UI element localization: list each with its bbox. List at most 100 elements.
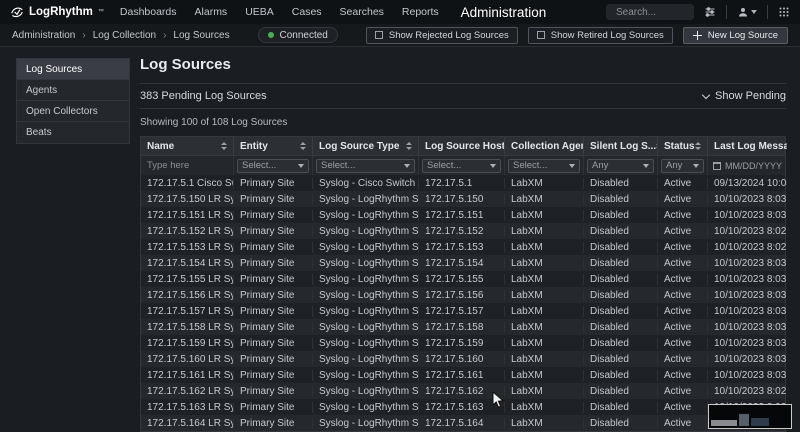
table-row[interactable]: 172.17.5.157 LR Sysl... Primary Site Sys… [141, 303, 785, 319]
cell-name: 172.17.5.159 LR Sysl... [141, 338, 234, 349]
caret-down-icon [693, 164, 699, 168]
column-header-collection-agent[interactable]: Collection Agent [505, 137, 584, 155]
table-row[interactable]: 172.17.5.152 LR Sysl... Primary Site Sys… [141, 223, 785, 239]
column-header-last-log-message[interactable]: Last Log Message [708, 137, 787, 155]
connected-dot-icon [268, 32, 274, 38]
cell-status: Active [658, 306, 708, 317]
table-row[interactable]: 172.17.5.153 LR Sysl... Primary Site Sys… [141, 239, 785, 255]
cell-name: 172.17.5.151 LR Sysl... [141, 210, 234, 221]
table-row[interactable]: 172.17.5.158 LR Sysl... Primary Site Sys… [141, 319, 785, 335]
nav-item-reports[interactable]: Reports [402, 6, 439, 18]
column-header-label: Name [147, 141, 174, 152]
entity-filter-select[interactable]: Select... [237, 159, 309, 173]
column-header-log-source-type[interactable]: Log Source Type [313, 137, 419, 155]
cell-status: Active [658, 322, 708, 333]
cell-entity: Primary Site [234, 354, 313, 365]
status-filter-select[interactable]: Any [661, 159, 704, 173]
search-input[interactable] [614, 6, 686, 19]
collection-agent-filter-select[interactable]: Select... [508, 159, 580, 173]
silent-log-source-filter-select[interactable]: Any [587, 159, 654, 173]
sidebar-item-beats[interactable]: Beats [17, 122, 129, 143]
table-row[interactable]: 172.17.5.150 LR Sysl... Primary Site Sys… [141, 191, 785, 207]
cell-log-source-host: 172.17.5.154 [419, 258, 505, 269]
new-log-source-button[interactable]: New Log Source [683, 27, 788, 44]
cell-entity: Primary Site [234, 306, 313, 317]
sub-header: Administration › Log Collection › Log So… [0, 24, 800, 47]
column-header-status[interactable]: Status [658, 137, 708, 155]
page-title: Log Sources [140, 56, 786, 73]
breadcrumb-log-collection[interactable]: Log Collection [93, 30, 156, 41]
column-header-log-source-host[interactable]: Log Source Host [419, 137, 505, 155]
cell-last-log-message: 10/10/2023 8:03 am [708, 322, 787, 333]
logrhythm-logo[interactable]: LogRhythm ™ [10, 5, 104, 19]
cell-log-source-type: Syslog - LogRhythm Syslog Ge... [313, 290, 419, 301]
show-pending-label: Show Pending [715, 90, 786, 102]
cell-log-source-host: 172.17.5.164 [419, 418, 505, 429]
main-menu: Dashboards Alarms UEBA Cases Searches Re… [120, 6, 439, 18]
cell-log-source-type: Syslog - LogRhythm Syslog Ge... [313, 258, 419, 269]
cell-log-source-host: 172.17.5.158 [419, 322, 505, 333]
cell-silent-log-source: Disabled [584, 354, 658, 365]
table-row[interactable]: 172.17.5.163 LR Sysl... Primary Site Sys… [141, 399, 785, 415]
cell-collection-agent: LabXM [505, 402, 584, 413]
global-search[interactable] [606, 4, 694, 20]
filter-cell-collection-agent: Select... [505, 156, 584, 175]
cell-name: 172.17.5.156 LR Sysl... [141, 290, 234, 301]
cell-silent-log-source: Disabled [584, 226, 658, 237]
cell-status: Active [658, 242, 708, 253]
log-source-host-filter-select[interactable]: Select... [422, 159, 501, 173]
cell-collection-agent: LabXM [505, 274, 584, 285]
table-row[interactable]: 172.17.5.159 LR Sysl... Primary Site Sys… [141, 335, 785, 351]
apps-grid-icon[interactable] [778, 6, 790, 18]
plus-icon [693, 31, 702, 40]
show-pending-toggle[interactable]: Show Pending [703, 90, 786, 102]
column-header-silent-log-source[interactable]: Silent Log S... [584, 137, 658, 155]
table-row[interactable]: 172.17.5.160 LR Sysl... Primary Site Sys… [141, 351, 785, 367]
cell-silent-log-source: Disabled [584, 258, 658, 269]
nav-item-ueba[interactable]: UEBA [245, 6, 274, 18]
date-filter[interactable]: MM/DD/YYYY [711, 161, 784, 171]
user-menu[interactable] [737, 6, 757, 18]
name-filter-input[interactable] [144, 160, 230, 171]
column-header-name[interactable]: Name [141, 137, 234, 155]
table-row[interactable]: 172.17.5.155 LR Sysl... Primary Site Sys… [141, 271, 785, 287]
cell-status: Active [658, 418, 708, 429]
cell-log-source-type: Syslog - LogRhythm Syslog Ge... [313, 402, 419, 413]
sidebar-item-open-collectors[interactable]: Open Collectors [17, 101, 129, 122]
filter-cell-silent-log-source: Any [584, 156, 658, 175]
cell-silent-log-source: Disabled [584, 418, 658, 429]
cell-name: 172.17.5.161 LR Sysl... [141, 370, 234, 381]
table-row[interactable]: 172.17.5.162 LR Sysl... Primary Site Sys… [141, 383, 785, 399]
log-source-type-filter-select[interactable]: Select... [316, 159, 415, 173]
breadcrumb-administration[interactable]: Administration [12, 30, 75, 41]
table-row[interactable]: 172.17.5.1 Cisco Swit... Primary Site Sy… [141, 175, 785, 191]
sort-icon [221, 142, 227, 150]
cell-name: 172.17.5.163 LR Sysl... [141, 402, 234, 413]
column-header-entity[interactable]: Entity [234, 137, 313, 155]
chevron-down-icon [702, 90, 710, 98]
nav-item-searches[interactable]: Searches [340, 6, 384, 18]
caret-down-icon [569, 164, 575, 168]
table-row[interactable]: 172.17.5.151 LR Sysl... Primary Site Sys… [141, 207, 785, 223]
cell-collection-agent: LabXM [505, 386, 584, 397]
show-rejected-checkbox[interactable]: Show Rejected Log Sources [366, 27, 518, 44]
cell-last-log-message: 10/10/2023 8:02 am [708, 386, 787, 397]
cell-silent-log-source: Disabled [584, 178, 658, 189]
cell-entity: Primary Site [234, 274, 313, 285]
cell-entity: Primary Site [234, 370, 313, 381]
cell-collection-agent: LabXM [505, 242, 584, 253]
sidebar-item-log-sources[interactable]: Log Sources [17, 59, 129, 80]
nav-item-cases[interactable]: Cases [292, 6, 322, 18]
nav-item-dashboards[interactable]: Dashboards [120, 6, 177, 18]
sidebar-item-agents[interactable]: Agents [17, 80, 129, 101]
table-row[interactable]: 172.17.5.154 LR Sysl... Primary Site Sys… [141, 255, 785, 271]
sort-icon [406, 142, 412, 150]
table-row[interactable]: 172.17.5.156 LR Sysl... Primary Site Sys… [141, 287, 785, 303]
cell-log-source-host: 172.17.5.1 [419, 178, 505, 189]
table-row[interactable]: 172.17.5.161 LR Sysl... Primary Site Sys… [141, 367, 785, 383]
select-placeholder: Select... [321, 160, 355, 171]
nav-item-alarms[interactable]: Alarms [195, 6, 228, 18]
settings-sliders-icon[interactable] [704, 6, 716, 18]
filter-cell-last-log-message: MM/DD/YYYY [708, 156, 787, 175]
show-retired-checkbox[interactable]: Show Retired Log Sources [528, 27, 673, 44]
